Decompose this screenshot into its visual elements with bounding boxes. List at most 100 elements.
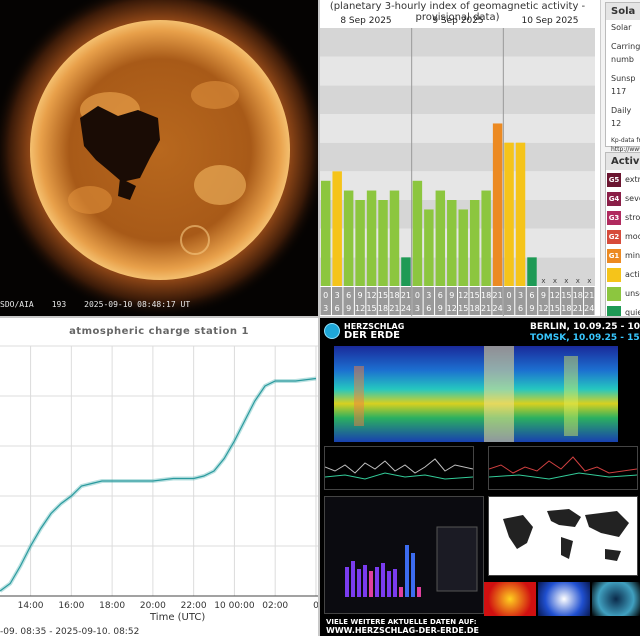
charge-x-tick-label: 22:00 (181, 601, 207, 611)
kp-hour-start-label: 18 (573, 291, 583, 300)
activity-level-swatch: G4 (607, 191, 621, 206)
activity-level-swatch (607, 267, 621, 282)
charge-x-tick-label: 10 00:00 (214, 601, 255, 611)
kp-hour-end-label: 9 (438, 304, 443, 313)
solar-row: Carring (611, 42, 640, 51)
activity-level-item: unse (606, 284, 640, 303)
kp-hour-end-label: 3 (415, 304, 420, 313)
solar-row: Sunsp (611, 74, 636, 83)
tomsk-time: TOMSK, 10.09.25 - 15:55 (530, 333, 640, 343)
panel-divider-vertical (318, 0, 320, 636)
hde-brand-line2: DER ERDE (344, 330, 400, 341)
activity-level-label: quie (625, 308, 640, 316)
kp-hour-end-label: 24 (401, 304, 411, 313)
berlin-time: BERLIN, 10.09.25 - 10:55 (530, 322, 640, 332)
kp-hour-start-label: 9 (541, 291, 546, 300)
kp-date-label: 9 Sep 2025 (432, 16, 484, 26)
kp-hour-start-label: 15 (378, 291, 388, 300)
solar-source: Kp-data from (611, 137, 640, 144)
kp-hour-start-label: 6 (529, 291, 534, 300)
schumann-tomsk-plot (324, 446, 474, 490)
kp-hour-end-label: 15 (366, 304, 376, 313)
sun-coronagraph-blue (538, 582, 590, 616)
charge-x-tick-label: 20:00 (140, 601, 166, 611)
activity-level-item: G2 mod (606, 227, 640, 246)
charge-chart-title: atmospheric charge station 1 (69, 326, 249, 337)
kp-bar (458, 209, 468, 286)
kp-missing-marker: x (587, 277, 591, 285)
sun-image-panel: SDO/AIA 193 2025-09-10 08:48:17 UT (0, 0, 318, 316)
kp-hour-start-label: 12 (550, 291, 560, 300)
kp-hour-end-label: 18 (470, 304, 480, 313)
kp-bar (504, 142, 514, 286)
kp-date-label: 10 Sep 2025 (521, 16, 579, 26)
kp-bar (435, 190, 446, 286)
kp-hour-end-label: 6 (426, 304, 431, 313)
activity-level-label: extre (625, 175, 640, 184)
activity-level-label: seve (625, 194, 640, 203)
activity-level-item: G1 mino (606, 246, 640, 265)
kp-bar (332, 171, 342, 286)
kp-missing-marker: x (564, 277, 568, 285)
solar-row: numb (611, 55, 635, 64)
activity-level-swatch (607, 286, 621, 301)
solar-row: 117 (611, 87, 627, 96)
charge-x-tick-label: 18:00 (99, 601, 125, 611)
sun-disk-image (0, 0, 318, 316)
sun-image-caption: SDO/AIA 193 2025-09-10 08:48:17 UT (0, 300, 318, 309)
charge-x-tick-label: 16:00 (58, 601, 84, 611)
kp-index-panel: (planetary 3-hourly index of geomagnetic… (320, 0, 640, 316)
solar-row: Daily (611, 106, 632, 115)
kp-bar (321, 180, 331, 286)
kp-hour-start-label: 18 (389, 291, 399, 300)
kp-bar (401, 257, 411, 286)
kp-hour-start-label: 21 (401, 291, 411, 300)
kp-bar (492, 123, 503, 287)
hde-footer-link[interactable]: WWW.HERZSCHLAG-DER-ERDE.DE (326, 626, 479, 635)
kp-bar (469, 200, 480, 286)
kp-bar (424, 209, 434, 286)
kp-hour-start-label: 3 (335, 291, 340, 300)
sun-euv-image (592, 582, 640, 616)
kp-hour-start-label: 0 (323, 291, 328, 300)
activity-level-label: activ (625, 270, 640, 279)
timestamp-label: 2025-09-10 08:48:17 UT (84, 300, 191, 309)
kp-hour-end-label: 9 (529, 304, 534, 313)
kp-grid-band (320, 142, 595, 172)
kp-sidebar: Sola Solar Carring numb Sunsp 117 Daily … (600, 0, 640, 316)
activity-level-list: G5 extre G4 seve G3 stron G2 mod G1 mino activ unse… (606, 170, 640, 316)
kp-hour-end-label: 21 (389, 304, 399, 313)
activity-level-label: stron (625, 213, 640, 222)
hde-logo[interactable]: HERZSCHLAG DER ERDE (324, 322, 404, 341)
kp-hour-start-label: 6 (438, 291, 443, 300)
kp-hour-start-label: 0 (507, 291, 512, 300)
kp-hour-end-label: 12 (355, 304, 365, 313)
kp-hour-start-label: 18 (481, 291, 491, 300)
activity-level-item: G3 stron (606, 208, 640, 227)
kp-bar (447, 200, 457, 286)
kp-bar (481, 190, 491, 286)
kp-grid-band (320, 171, 595, 200)
kp-bar (515, 142, 526, 286)
kp-hour-start-label: 21 (493, 291, 503, 300)
kp-hour-start-label: 15 (470, 291, 480, 300)
sun-coronagraph-red (484, 582, 536, 616)
kp-hour-end-label: 6 (335, 304, 340, 313)
kp-grid-band (320, 114, 595, 143)
kp-hour-start-label: 12 (366, 291, 376, 300)
charge-x-axis-title: Time (UTC) (150, 612, 206, 623)
kp-hour-end-label: 6 (518, 304, 523, 313)
world-map (488, 496, 638, 576)
schumann-spectrogram (334, 346, 618, 442)
kp-bar (412, 180, 423, 286)
kp-bar (355, 200, 365, 286)
kp-hour-end-label: 12 (447, 304, 457, 313)
kp-hour-end-label: 3 (323, 304, 328, 313)
kp-hour-end-label: 24 (584, 304, 594, 313)
activity-level-swatch: G5 (607, 172, 621, 187)
kp-missing-marker: x (576, 277, 580, 285)
kp-bar (366, 190, 377, 286)
kp-grid-band (320, 28, 595, 57)
charge-series-line (0, 377, 317, 592)
activity-level-swatch: G1 (607, 248, 621, 263)
